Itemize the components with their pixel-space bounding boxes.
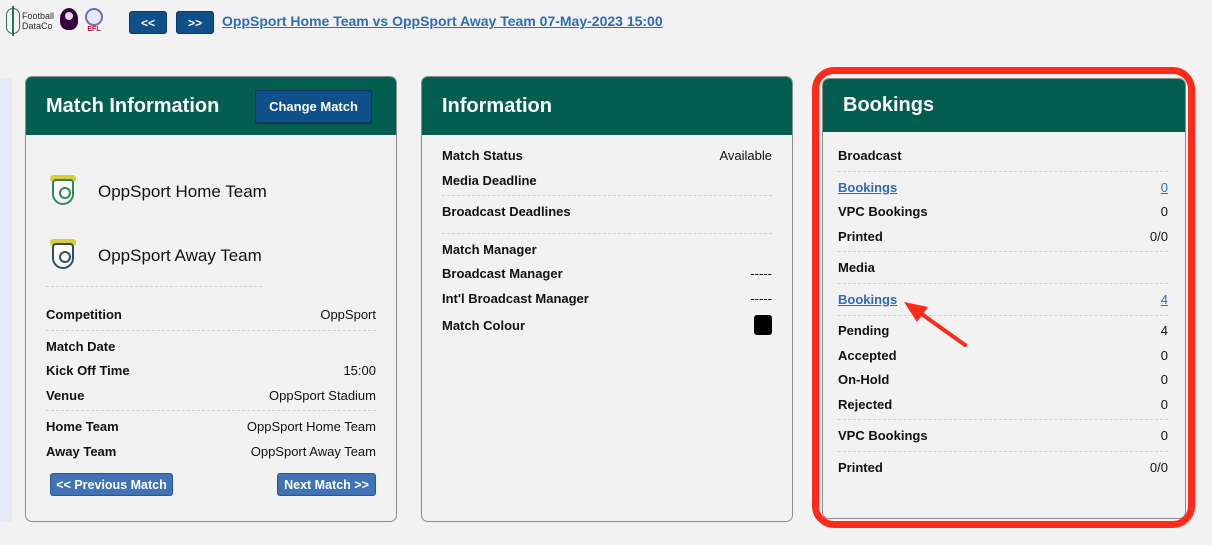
annotation-arrow-icon [904, 302, 967, 347]
